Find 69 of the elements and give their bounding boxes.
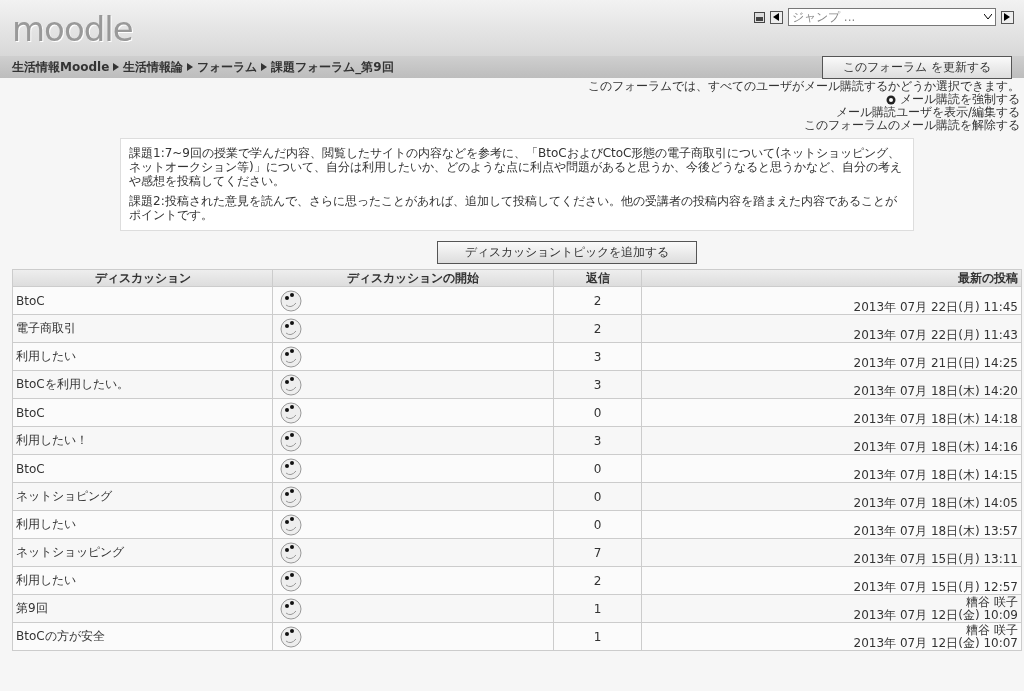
post-date[interactable]: 2013年 07月 12日(金) 10:09: [853, 609, 1018, 622]
breadcrumb-link[interactable]: 生活情報論: [123, 58, 184, 76]
post-date[interactable]: 2013年 07月 15日(月) 13:11: [853, 553, 1018, 566]
topic-link[interactable]: 利用したい: [13, 567, 273, 595]
column-header[interactable]: 返信: [554, 269, 642, 287]
topic-link[interactable]: BtoCを利用したい。: [13, 371, 273, 399]
replies-cell: 2: [554, 567, 642, 595]
post-date[interactable]: 2013年 07月 18日(木) 14:20: [853, 385, 1018, 398]
breadcrumb-link[interactable]: 生活情報Moodle: [12, 58, 110, 76]
topic-link[interactable]: 電子商取引: [13, 315, 273, 343]
replies-cell: 0: [554, 511, 642, 539]
topic-link[interactable]: ネットショピング: [13, 483, 273, 511]
replies-cell: 2: [554, 315, 642, 343]
post-date[interactable]: 2013年 07月 18日(木) 14:16: [853, 441, 1018, 454]
replies-cell: 3: [554, 371, 642, 399]
column-header[interactable]: ディスカッション: [13, 269, 273, 287]
topic-link[interactable]: BtoC: [13, 287, 273, 315]
author-name[interactable]: 糟谷 咲子: [966, 624, 1018, 637]
subscription-link[interactable]: メール購読ユーザを表示/編集する: [835, 106, 1020, 119]
topic-link[interactable]: BtoC: [13, 455, 273, 483]
subscription-note: このフォーラムでは、すべてのユーザがメール購読するかどうか選択できます。: [588, 80, 1020, 93]
subscription-link[interactable]: メール購読を強制する: [886, 93, 1020, 106]
avatar-icon: [280, 457, 302, 480]
post-date[interactable]: 2013年 07月 22日(月) 11:43: [853, 329, 1018, 342]
left-triangle-icon: [773, 13, 780, 21]
next-button[interactable]: [1001, 10, 1014, 24]
topic-link[interactable]: BtoC: [13, 399, 273, 427]
topic-link[interactable]: 利用したい！: [13, 427, 273, 455]
previous-button[interactable]: [770, 10, 783, 24]
avatar-icon: [280, 513, 302, 536]
replies-cell: 7: [554, 539, 642, 567]
column-header[interactable]: ディスカッションの開始: [273, 269, 554, 287]
replies-cell: 0: [554, 483, 642, 511]
subscription-link[interactable]: このフォーラムのメール購読を解除する: [804, 119, 1020, 132]
topic-link[interactable]: 第9回: [13, 595, 273, 623]
post-date[interactable]: 2013年 07月 12日(金) 10:07: [853, 637, 1018, 650]
avatar-icon: [280, 401, 302, 424]
avatar-icon: [280, 345, 302, 368]
intro-paragraph: 課題2:投稿された意見を読んで、さらに思ったことがあれば、追加して投稿してください。他の受講者の投稿内容を踏まえた内容であることがポイントです。: [129, 194, 898, 222]
separator-icon: [186, 63, 195, 71]
breadcrumb-link[interactable]: 課題フォーラム_第9回: [271, 58, 394, 76]
update-forum-button[interactable]: このフォーラム を更新する: [822, 55, 1012, 79]
avatar-icon: [280, 289, 302, 312]
replies-cell: 1: [554, 595, 642, 623]
chevron-down-icon: [984, 14, 992, 20]
column-header[interactable]: 最新の投稿: [642, 269, 1022, 287]
replies-cell: 1: [554, 623, 642, 651]
intro-paragraph: 課題1:7~9回の授業で学んだ内容、閲覧したサイトの内容などを参考に、「BtoCおよびCtoC形態の電子商取引について(ネットショッピング、ネットオークション等)」について、自分は利用したいか、どのような点に利点や問題があると思うか、今後どうなると思うかなど、自分の考えや感想を投稿してください。: [129, 146, 903, 188]
window-icon[interactable]: [754, 11, 765, 23]
author-name[interactable]: 糟谷 咲子: [966, 596, 1018, 609]
avatar-icon: [280, 569, 302, 592]
topic-link[interactable]: ネットショッピング: [13, 539, 273, 567]
breadcrumb-link[interactable]: フォーラム: [197, 58, 258, 76]
avatar-icon: [280, 625, 302, 648]
separator-icon: [260, 63, 269, 71]
topic-link[interactable]: 利用したい: [13, 511, 273, 539]
separator-icon: [112, 63, 121, 71]
post-date[interactable]: 2013年 07月 18日(木) 14:05: [853, 497, 1018, 510]
right-triangle-icon: [1004, 13, 1011, 21]
replies-cell: 2: [554, 287, 642, 315]
replies-cell: 0: [554, 399, 642, 427]
topic-link[interactable]: BtoCの方が安全: [13, 623, 273, 651]
moodle-logo: moodle: [12, 8, 133, 51]
jump-select[interactable]: ジャンプ ...: [788, 8, 996, 26]
add-topic-button[interactable]: ディスカッショントピックを追加する: [437, 241, 697, 264]
replies-cell: 0: [554, 455, 642, 483]
replies-cell: 3: [554, 427, 642, 455]
topic-link[interactable]: 利用したい: [13, 343, 273, 371]
replies-cell: 3: [554, 343, 642, 371]
